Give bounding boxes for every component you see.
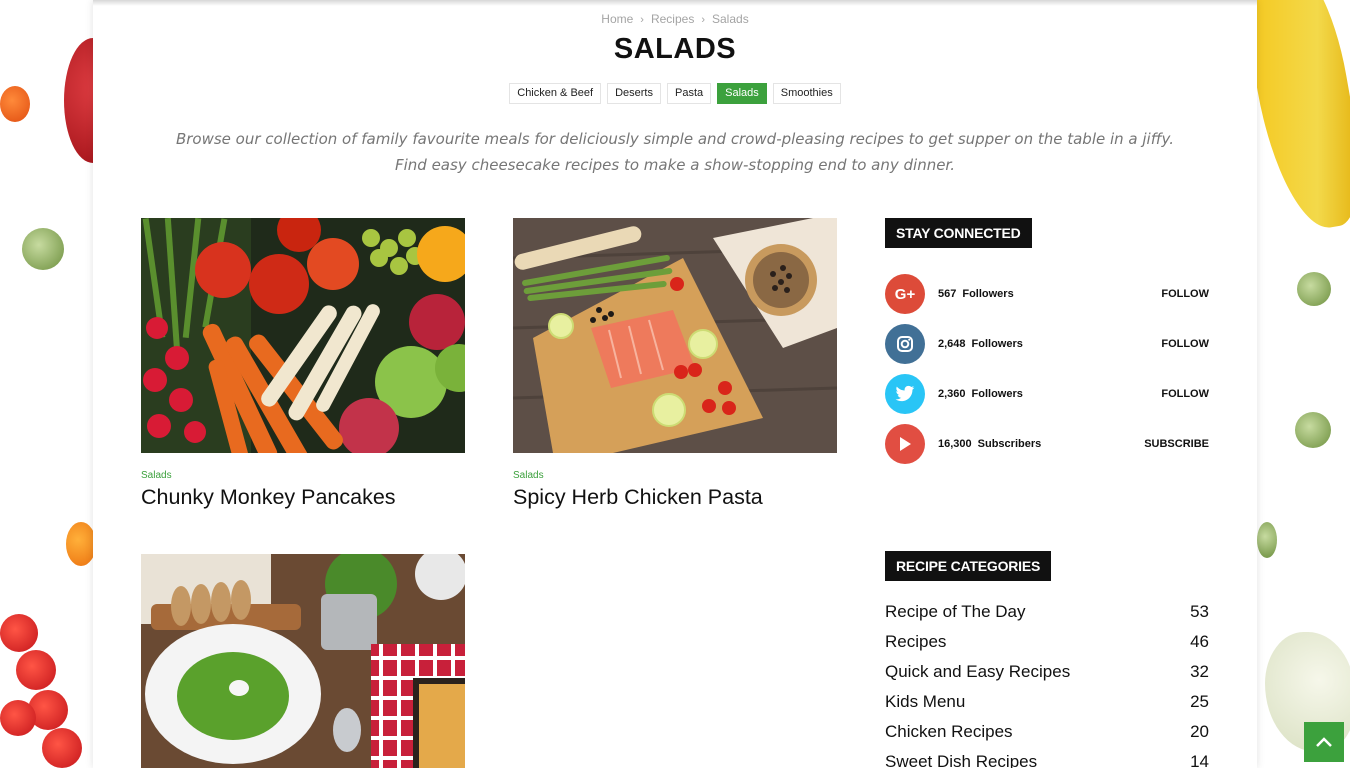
stay-connected-title: STAY CONNECTED [885, 218, 1032, 248]
recipe-category-count: 25 [1190, 692, 1209, 711]
soup-illustration [141, 554, 465, 768]
follow-button[interactable]: FOLLOW [1161, 288, 1209, 300]
apple-decoration [64, 38, 93, 163]
twitter-glyph [895, 385, 915, 402]
tab-smoothies[interactable]: Smoothies [772, 83, 841, 104]
breadcrumb-separator: › [701, 14, 705, 26]
vegetables-photo[interactable] [141, 218, 465, 453]
social-row-instagram: 2,648 Followers FOLLOW [885, 324, 1209, 364]
green-soup-photo[interactable] [141, 554, 465, 768]
breadcrumb-recipes[interactable]: Recipes [651, 12, 694, 26]
cherry-tomato-decoration [42, 728, 82, 768]
back-to-top-button[interactable] [1304, 722, 1344, 762]
vegetables-illustration [141, 218, 465, 453]
social-row-google-plus: G+ 567 Followers FOLLOW [885, 274, 1209, 314]
recipe-category-item[interactable]: Chicken Recipes 20 [885, 717, 1209, 747]
sprout-decoration [1295, 412, 1331, 448]
recipe-category-item[interactable]: Quick and Easy Recipes 32 [885, 657, 1209, 687]
tab-salads[interactable]: Salads [717, 83, 767, 104]
breadcrumb: Home › Recipes › Salads [93, 12, 1257, 26]
breadcrumb-current: Salads [712, 12, 749, 26]
breadcrumb-home[interactable]: Home [601, 12, 633, 26]
youtube-icon[interactable] [885, 424, 925, 464]
post-card [141, 554, 465, 768]
sprout-decoration [22, 228, 64, 270]
breadcrumb-separator: › [640, 14, 644, 26]
page-container: Home › Recipes › Salads SALADS Chicken & Bee… [93, 0, 1257, 768]
salmon-board-photo[interactable] [513, 218, 837, 453]
tab-chicken-beef[interactable]: Chicken & Beef [509, 83, 602, 104]
social-unit: Followers [962, 288, 1014, 300]
recipe-categories-list: Recipe of The Day 53 Recipes 46 Quick an… [885, 597, 1209, 768]
social-unit: Followers [971, 338, 1023, 350]
recipe-category-count: 14 [1190, 752, 1209, 768]
social-row-twitter: 2,360 Followers FOLLOW [885, 374, 1209, 414]
social-unit: Subscribers [977, 438, 1042, 450]
category-description: Browse our collection of family favourit… [93, 126, 1257, 178]
recipe-category-item[interactable]: Recipe of The Day 53 [885, 597, 1209, 627]
orange-tomato-decoration [66, 522, 93, 566]
tab-pasta[interactable]: Pasta [666, 83, 712, 104]
description-line-2: Find easy cheesecake recipes to make a s… [394, 156, 955, 174]
recipe-category-name: Recipe of The Day [885, 602, 1026, 621]
recipe-category-count: 20 [1190, 722, 1209, 741]
recipe-category-name: Sweet Dish Recipes [885, 752, 1038, 768]
recipe-category-name: Chicken Recipes [885, 722, 1013, 741]
background-decoration-right [1257, 0, 1350, 768]
recipe-category-name: Kids Menu [885, 692, 966, 711]
banana-decoration [1257, 0, 1350, 236]
recipe-category-count: 53 [1190, 602, 1209, 621]
twitter-icon[interactable] [885, 374, 925, 414]
post-category[interactable]: Salads [513, 470, 837, 481]
tab-deserts[interactable]: Deserts [607, 83, 661, 104]
post-card: Salads Chunky Monkey Pancakes [141, 218, 465, 510]
sprout-decoration [1257, 522, 1277, 558]
category-tabs: Chicken & Beef Deserts Pasta Salads Smoo… [93, 83, 1257, 104]
cherry-tomato-decoration [0, 700, 36, 736]
recipe-category-item[interactable]: Recipes 46 [885, 627, 1209, 657]
cherry-tomato-decoration [0, 614, 38, 652]
tomato-decoration [0, 86, 30, 122]
social-count: 2,648 [938, 338, 966, 350]
description-line-1: Browse our collection of family favourit… [175, 130, 1175, 148]
top-shadow [93, 0, 1257, 6]
salmon-illustration [513, 218, 837, 453]
recipe-category-item[interactable]: Kids Menu 25 [885, 687, 1209, 717]
recipe-category-item[interactable]: Sweet Dish Recipes 14 [885, 747, 1209, 768]
post-title[interactable]: Chunky Monkey Pancakes [141, 485, 465, 510]
recipe-categories-title: RECIPE CATEGORIES [885, 551, 1052, 581]
cherry-tomato-decoration [16, 650, 56, 690]
google-plus-icon[interactable]: G+ [885, 274, 925, 314]
instagram-glyph [897, 336, 913, 352]
post-title[interactable]: Spicy Herb Chicken Pasta [513, 485, 837, 510]
follow-button[interactable]: FOLLOW [1161, 338, 1209, 350]
social-count: 567 [938, 288, 957, 300]
chevron-up-icon [1316, 737, 1332, 747]
subscribe-button[interactable]: SUBSCRIBE [1144, 438, 1209, 450]
post-category[interactable]: Salads [141, 470, 465, 481]
recipe-category-count: 46 [1190, 632, 1209, 651]
recipe-category-count: 32 [1190, 662, 1209, 681]
post-card: Salads Spicy Herb Chicken Pasta [513, 218, 837, 510]
social-count: 16,300 [938, 438, 972, 450]
instagram-icon[interactable] [885, 324, 925, 364]
sprout-decoration [1297, 272, 1331, 306]
background-decoration-left [0, 0, 93, 768]
recipe-category-name: Recipes [885, 632, 947, 651]
social-count: 2,360 [938, 388, 966, 400]
recipe-category-name: Quick and Easy Recipes [885, 662, 1071, 681]
follow-button[interactable]: FOLLOW [1161, 388, 1209, 400]
social-row-youtube: 16,300 Subscribers SUBSCRIBE [885, 424, 1209, 464]
page-title: SALADS [613, 33, 737, 65]
play-glyph [900, 437, 911, 451]
social-unit: Followers [971, 388, 1023, 400]
